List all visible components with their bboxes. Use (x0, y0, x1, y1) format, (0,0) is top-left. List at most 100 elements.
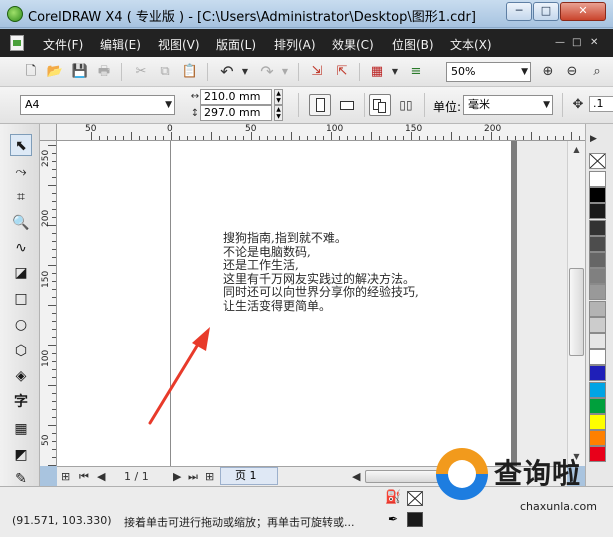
next-page-icon[interactable]: ▶ (173, 470, 181, 483)
scroll-up-icon[interactable]: ▲ (569, 142, 584, 157)
palette-swatch[interactable] (589, 268, 606, 285)
import-icon[interactable]: ⇲ (308, 63, 326, 81)
maximize-button[interactable]: □ (533, 2, 559, 21)
page-height-field[interactable]: 297.0 mm (200, 105, 272, 121)
palette-swatch[interactable] (589, 365, 606, 382)
no-fill-swatch[interactable] (589, 153, 606, 169)
menu-view[interactable]: 视图(V) (158, 36, 200, 53)
basic-shapes-tool-icon[interactable]: ◈ (10, 365, 32, 387)
paragraph-text[interactable]: 搜狗指南,指到就不难。 不论是电脑数码, 还是工作生活, 这里有千万网友实践过的… (223, 231, 419, 313)
coreldraw-app-icon[interactable] (7, 6, 23, 22)
zoom-in-icon[interactable]: ⊕ (539, 63, 557, 81)
copy-icon[interactable]: ⧉ (156, 63, 174, 81)
polygon-tool-icon[interactable]: ⬡ (10, 340, 32, 362)
outline-pen-icon[interactable]: ✒ (388, 512, 398, 526)
document-minimize-button[interactable]: — (555, 37, 565, 48)
zoom-tool-icon[interactable]: 🔍 (10, 212, 32, 234)
new-document-icon[interactable]: 🗋 (22, 63, 40, 81)
document-icon[interactable] (10, 35, 24, 51)
interactive-blend-tool-icon[interactable]: ◩ (10, 444, 32, 466)
document-restore-button[interactable]: □ (572, 37, 581, 48)
minimize-button[interactable]: ─ (506, 2, 532, 21)
palette-swatch[interactable] (589, 414, 606, 430)
palette-scroll-up-icon[interactable]: ▶ (590, 134, 597, 144)
shape-tool-icon[interactable]: ⤳ (10, 161, 32, 183)
undo-icon[interactable]: ↶ (218, 63, 236, 81)
palette-swatch[interactable] (589, 235, 606, 252)
palette-swatch[interactable] (589, 316, 606, 333)
crop-tool-icon[interactable]: ⌗ (10, 186, 32, 208)
page-width-field[interactable]: 210.0 mm (200, 89, 272, 105)
vertical-ruler[interactable]: 250 200 150 100 50 (40, 141, 57, 466)
previous-page-icon[interactable]: ◀ (97, 470, 105, 483)
desktop-area[interactable] (517, 141, 567, 466)
menu-layout[interactable]: 版面(L) (216, 36, 256, 53)
palette-swatch[interactable] (589, 219, 606, 236)
cut-icon[interactable]: ✂ (132, 63, 150, 81)
outline-color-swatch[interactable] (407, 512, 423, 527)
drawing-canvas[interactable]: 搜狗指南,指到就不难。 不论是电脑数码, 还是工作生活, 这里有千万网友实践过的… (57, 141, 567, 466)
fill-bucket-icon[interactable]: ⛽ (385, 490, 401, 505)
palette-swatch[interactable] (589, 349, 606, 366)
all-pages-button[interactable] (369, 94, 391, 116)
application-launcher-icon[interactable]: ▦ (368, 63, 386, 81)
units-select[interactable]: 毫米 ▼ (463, 95, 553, 115)
paper-size-select[interactable]: A4 ▼ (20, 95, 175, 115)
open-folder-icon[interactable]: 📂 (46, 63, 64, 81)
palette-swatch[interactable] (589, 203, 606, 220)
horizontal-ruler[interactable]: 50 0 50 100 150 200 (57, 124, 585, 141)
ellipse-tool-icon[interactable]: ○ (10, 314, 32, 336)
smart-fill-tool-icon[interactable]: ◪ (10, 262, 32, 284)
print-icon[interactable]: 🖶 (95, 63, 113, 81)
vertical-scrollbar[interactable]: ▲ ▼ (567, 141, 585, 466)
palette-swatch[interactable] (589, 187, 606, 204)
last-page-icon[interactable]: ⏭ (188, 470, 198, 484)
portrait-orientation-button[interactable] (309, 94, 331, 116)
rectangle-tool-icon[interactable]: □ (10, 288, 32, 310)
menu-edit[interactable]: 编辑(E) (100, 36, 141, 53)
welcome-screen-icon[interactable]: ≡ (407, 63, 425, 81)
menu-effects[interactable]: 效果(C) (332, 36, 374, 53)
menu-bitmaps[interactable]: 位图(B) (392, 36, 434, 53)
ruler-origin[interactable] (40, 124, 57, 141)
menu-file[interactable]: 文件(F) (43, 36, 83, 53)
palette-swatch[interactable] (589, 252, 606, 268)
palette-swatch[interactable] (589, 300, 606, 317)
close-button[interactable]: ✕ (560, 2, 606, 21)
width-spinner[interactable]: ▲ ▼ (274, 89, 283, 105)
landscape-orientation-button[interactable] (336, 94, 358, 116)
page-tab[interactable]: 页 1 (220, 467, 278, 485)
menu-arrange[interactable]: 排列(A) (274, 36, 316, 53)
palette-swatch[interactable] (589, 171, 606, 187)
text-tool-icon[interactable]: 字 (10, 391, 32, 413)
fill-color-swatch[interactable] (407, 491, 423, 506)
nudge-offset-field[interactable]: .1 (589, 96, 613, 112)
ruler-tick (52, 241, 56, 242)
paste-icon[interactable]: 📋 (181, 63, 199, 81)
current-page-icon[interactable]: ▯▯ (397, 96, 415, 114)
export-icon[interactable]: ⇱ (333, 63, 351, 81)
first-page-icon[interactable]: ⏮ (79, 470, 89, 484)
pick-tool-icon[interactable]: ⬉ (10, 134, 32, 156)
redo-icon[interactable]: ↷ (258, 63, 276, 81)
save-icon[interactable]: 💾 (71, 63, 89, 81)
palette-swatch[interactable] (589, 284, 606, 301)
zoom-tool-icon[interactable]: ⌕ (588, 63, 606, 81)
undo-dropdown-icon[interactable]: ▼ (236, 63, 254, 81)
table-tool-icon[interactable]: ▦ (10, 418, 32, 440)
add-page-before-icon[interactable]: ⊞ (61, 470, 70, 483)
launcher-dropdown-icon[interactable]: ▼ (386, 63, 404, 81)
zoom-out-icon[interactable]: ⊖ (563, 63, 581, 81)
palette-swatch[interactable] (589, 333, 606, 349)
scrollbar-thumb[interactable] (569, 268, 584, 356)
freehand-tool-icon[interactable]: ∿ (10, 237, 32, 259)
palette-swatch[interactable] (589, 381, 606, 398)
add-page-after-icon[interactable]: ⊞ (205, 470, 214, 483)
menu-text[interactable]: 文本(X) (450, 36, 492, 53)
document-close-button[interactable]: ✕ (590, 37, 598, 48)
palette-swatch[interactable] (589, 397, 606, 414)
height-spinner[interactable]: ▲ ▼ (274, 105, 283, 121)
zoom-level-select[interactable]: 50% ▼ (446, 62, 531, 82)
scroll-left-icon[interactable]: ◀ (352, 470, 360, 483)
redo-dropdown-icon[interactable]: ▼ (276, 63, 294, 81)
